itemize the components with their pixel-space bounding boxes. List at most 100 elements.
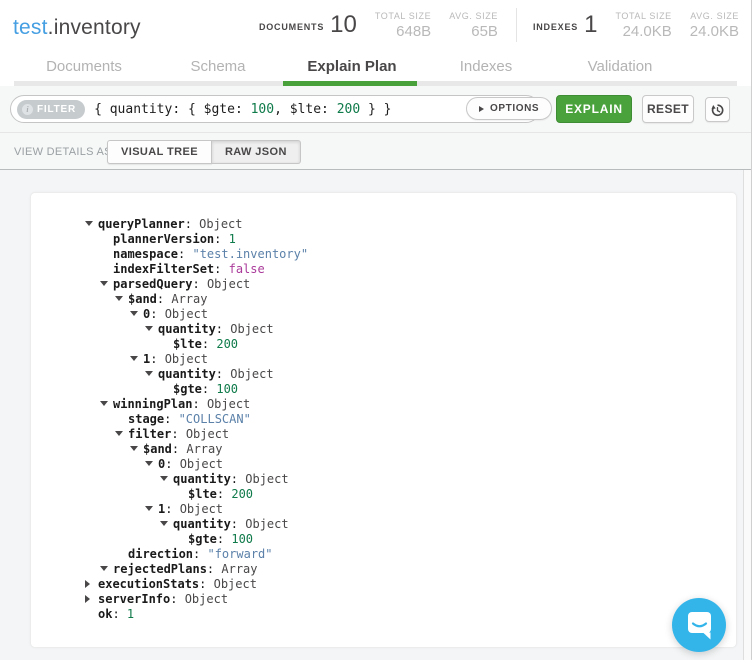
expand-caret-right-icon[interactable] [85, 595, 98, 603]
collection-stats: DOCUMENTS 10 TOTAL SIZE 648B AVG. SIZE 6… [259, 8, 739, 42]
documents-total-size-value: 648B [396, 23, 431, 40]
tree-colon: : [172, 442, 186, 456]
tree-row[interactable]: quantity: Object [85, 516, 736, 531]
tree-row[interactable]: plannerVersion: 1 [85, 231, 736, 246]
tree-row[interactable]: $lte: 200 [85, 336, 736, 351]
tree-key: filter [128, 427, 171, 441]
tree-row[interactable]: 1: Object [85, 351, 736, 366]
tree-value-string: "COLLSCAN" [179, 412, 251, 426]
tree-row[interactable]: stage: "COLLSCAN" [85, 411, 736, 426]
namespace-collection: inventory [54, 16, 141, 39]
tab-schema[interactable]: Schema [151, 54, 285, 75]
tree-colon: : [192, 397, 206, 411]
tree-value-label: Array [221, 562, 257, 576]
tree-row[interactable]: $gte: 100 [85, 531, 736, 546]
tree-value-number: 1 [229, 232, 236, 246]
tree-row[interactable]: $gte: 100 [85, 381, 736, 396]
expand-caret-down-icon[interactable] [160, 476, 173, 481]
chat-bubble-icon [672, 598, 726, 652]
options-toggle-button[interactable]: OPTIONS [466, 97, 552, 120]
tree-row[interactable]: filter: Object [85, 426, 736, 441]
expand-caret-down-icon[interactable] [145, 326, 158, 331]
segment-raw-json[interactable]: RAW JSON [212, 140, 301, 164]
expand-caret-down-icon[interactable] [130, 311, 143, 316]
tree-key: plannerVersion [113, 232, 214, 246]
expand-caret-down-icon[interactable] [145, 506, 158, 511]
expand-caret-down-icon[interactable] [100, 401, 113, 406]
expand-caret-right-icon[interactable] [85, 580, 98, 588]
query-segment-plain: { quantity: { $gte: [94, 102, 251, 117]
tree-colon: : [185, 217, 199, 231]
indexes-avg-size-value: 24.0KB [690, 23, 739, 40]
expand-caret-down-icon[interactable] [115, 431, 128, 436]
tree-key: stage [128, 412, 164, 426]
segment-visual-tree[interactable]: VISUAL TREE [107, 140, 212, 164]
tree-key: 1 [158, 502, 165, 516]
documents-count: 10 [330, 12, 357, 38]
filter-query-input[interactable]: i FILTER { quantity: { $gte: 100, $lte: … [10, 95, 540, 123]
collection-header: test.inventory DOCUMENTS 10 TOTAL SIZE 6… [0, 0, 751, 54]
expand-caret-down-icon[interactable] [145, 371, 158, 376]
explain-button[interactable]: EXPLAIN [556, 95, 632, 123]
tree-value-string: "test.inventory" [192, 247, 308, 261]
expand-caret-down-icon[interactable] [145, 461, 158, 466]
collection-tab-bar: DocumentsSchemaExplain PlanIndexesValida… [0, 54, 751, 86]
tree-row[interactable]: ok: 1 [85, 606, 736, 621]
stats-divider [516, 8, 517, 42]
expand-caret-down-icon[interactable] [115, 296, 128, 301]
filter-query-text[interactable]: { quantity: { $gte: 100, $lte: 200 } } [94, 102, 391, 117]
vertical-scrollbar[interactable] [743, 170, 751, 660]
tab-explain-plan[interactable]: Explain Plan [285, 54, 419, 75]
tree-row[interactable]: executionStats: Object [85, 576, 736, 591]
intercom-chat-button[interactable] [672, 598, 726, 652]
tree-row[interactable]: winningPlan: Object [85, 396, 736, 411]
tab-validation[interactable]: Validation [553, 54, 687, 75]
explain-content-area: queryPlanner: ObjectplannerVersion: 1nam… [0, 170, 751, 660]
tree-row[interactable]: quantity: Object [85, 471, 736, 486]
tree-row[interactable]: serverInfo: Object [85, 591, 736, 606]
tree-row[interactable]: $lte: 200 [85, 486, 736, 501]
reset-button[interactable]: RESET [642, 95, 694, 123]
tree-row[interactable]: parsedQuery: Object [85, 276, 736, 291]
query-history-button[interactable] [705, 97, 730, 122]
tree-value-label: Object [245, 472, 288, 486]
expand-caret-down-icon[interactable] [160, 521, 173, 526]
tree-key: $gte [188, 532, 217, 546]
tree-colon: : [150, 352, 164, 366]
tree-row[interactable]: direction: "forward" [85, 546, 736, 561]
tree-row[interactable]: rejectedPlans: Array [85, 561, 736, 576]
indexes-avg-size-label: AVG. SIZE [690, 11, 739, 21]
tree-row[interactable]: 0: Object [85, 456, 736, 471]
expand-caret-down-icon[interactable] [100, 566, 113, 571]
query-bar: i FILTER { quantity: { $gte: 100, $lte: … [0, 86, 751, 133]
expand-caret-down-icon[interactable] [100, 281, 113, 286]
tree-row[interactable]: quantity: Object [85, 366, 736, 381]
tab-documents[interactable]: Documents [17, 54, 151, 75]
tree-colon: : [217, 532, 231, 546]
tree-value-number: 200 [216, 337, 238, 351]
tree-value-label: Object [214, 577, 257, 591]
expand-caret-down-icon[interactable] [85, 221, 98, 226]
tree-value-number: 1 [127, 607, 134, 621]
tree-value-label: Object [165, 352, 208, 366]
tree-row[interactable]: quantity: Object [85, 321, 736, 336]
expand-caret-down-icon[interactable] [130, 446, 143, 451]
tree-row[interactable]: queryPlanner: Object [85, 216, 736, 231]
tree-colon: : [214, 262, 228, 276]
tree-row[interactable]: $and: Array [85, 441, 736, 456]
tree-colon: : [165, 457, 179, 471]
tree-key: indexFilterSet [113, 262, 214, 276]
tree-row[interactable]: namespace: "test.inventory" [85, 246, 736, 261]
tree-row[interactable]: 0: Object [85, 306, 736, 321]
tree-row[interactable]: indexFilterSet: false [85, 261, 736, 276]
tree-colon: : [217, 487, 231, 501]
tree-colon: : [165, 502, 179, 516]
tree-key: rejectedPlans [113, 562, 207, 576]
tab-indexes[interactable]: Indexes [419, 54, 553, 75]
indexes-avg-size-stat: AVG. SIZE 24.0KB [690, 11, 739, 40]
tree-row[interactable]: 1: Object [85, 501, 736, 516]
expand-caret-down-icon[interactable] [130, 356, 143, 361]
tree-colon: : [207, 562, 221, 576]
tree-value-number: 100 [231, 532, 253, 546]
tree-row[interactable]: $and: Array [85, 291, 736, 306]
